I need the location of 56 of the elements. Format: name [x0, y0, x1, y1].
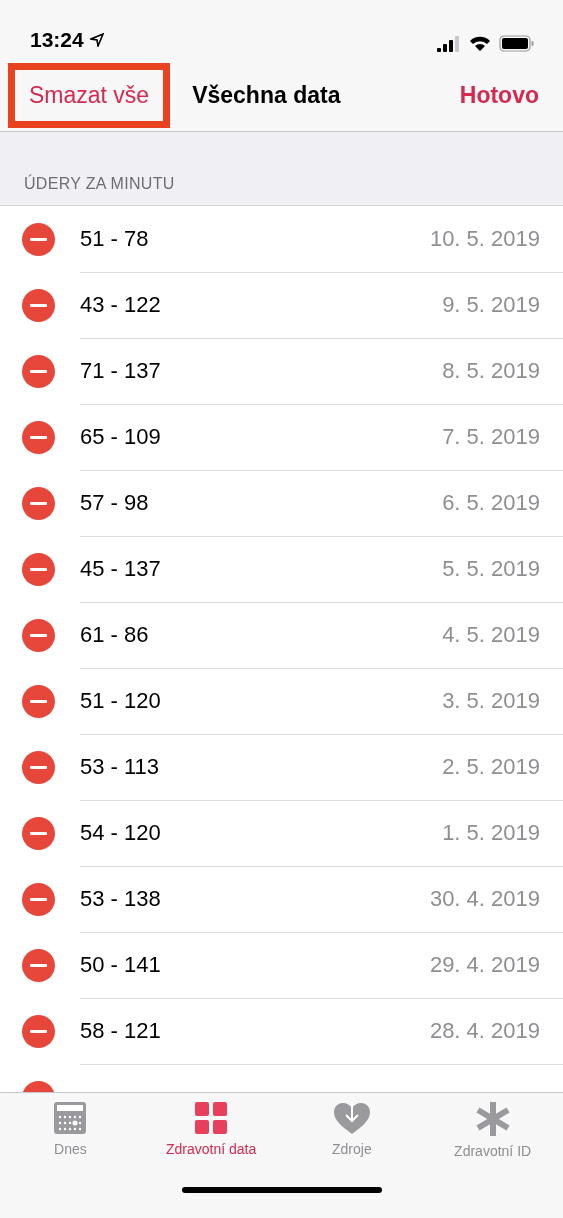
delete-icon[interactable]: [22, 618, 55, 652]
date-label: 8. 5. 2019: [442, 357, 540, 384]
tab-bar-item[interactable]: Zdravotní data: [140, 1101, 282, 1159]
delete-icon[interactable]: [22, 552, 55, 586]
date-label: 30. 4. 2019: [429, 885, 540, 912]
heart-rate-range: 51 - 78: [80, 225, 149, 252]
delete-all-button[interactable]: Smazat vše: [8, 63, 171, 128]
delete-icon[interactable]: [22, 222, 55, 256]
heart-rate-range: 65 - 109: [80, 423, 161, 450]
date-label: 10. 5. 2019: [429, 225, 540, 252]
battery-icon: [499, 35, 535, 52]
date-label: 4. 5. 2019: [442, 621, 540, 648]
heart-rate-range: 50 - 141: [80, 951, 161, 978]
heart-rate-range: 71 - 137: [80, 357, 161, 384]
tab-bar-item[interactable]: Zdroje: [281, 1101, 423, 1159]
tab-bar-item[interactable]: Zdravotní ID: [422, 1101, 563, 1159]
date-label: 3. 5. 2019: [442, 687, 540, 714]
date-label: 29. 4. 2019: [429, 951, 540, 978]
heart-rate-range: 58 - 121: [80, 1017, 161, 1044]
delete-icon[interactable]: [22, 288, 55, 322]
calendar-icon: [53, 1101, 88, 1135]
grid-icon: [194, 1101, 229, 1135]
location-arrow-icon: [89, 33, 104, 47]
status-time: 13:24: [30, 28, 84, 52]
asterisk-icon: [474, 1101, 511, 1137]
delete-icon[interactable]: [22, 816, 55, 850]
screen-title: Všechna data: [192, 82, 341, 109]
delete-icon[interactable]: [22, 684, 55, 718]
heart-rate-range: 57 - 98: [80, 489, 149, 516]
date-label: 6. 5. 2019: [442, 489, 540, 516]
delete-icon[interactable]: [22, 354, 55, 388]
heart-rate-range: 53 - 138: [80, 885, 161, 912]
delete-icon[interactable]: [22, 1014, 55, 1048]
delete-icon[interactable]: [22, 750, 55, 784]
date-label: 5. 5. 2019: [442, 555, 540, 582]
date-label: 7. 5. 2019: [442, 423, 540, 450]
delete-icon[interactable]: [22, 882, 55, 916]
delete-icon[interactable]: [22, 420, 55, 454]
heart-rate-range: 54 - 120: [80, 819, 161, 846]
heart-download-icon: [332, 1101, 371, 1135]
date-label: 28. 4. 2019: [429, 1017, 540, 1044]
wifi-icon: [469, 35, 491, 52]
heart-rate-range: 45 - 137: [80, 555, 161, 582]
heart-rate-range: 51 - 120: [80, 687, 161, 714]
heart-rate-range: 61 - 86: [80, 621, 149, 648]
date-label: 2. 5. 2019: [442, 753, 540, 780]
signal-icon: [437, 35, 461, 52]
date-label: 1. 5. 2019: [442, 819, 540, 846]
tab-bar-item[interactable]: Dnes: [0, 1101, 141, 1159]
heart-rate-range: 53 - 113: [80, 753, 160, 780]
delete-icon[interactable]: [22, 948, 55, 982]
heart-rate-range: 43 - 122: [80, 291, 161, 318]
section-header: ÚDERY ZA MINUTU: [24, 175, 175, 193]
delete-icon[interactable]: [22, 486, 55, 520]
done-button[interactable]: Hotovo: [459, 82, 539, 109]
date-label: 9. 5. 2019: [442, 291, 540, 318]
